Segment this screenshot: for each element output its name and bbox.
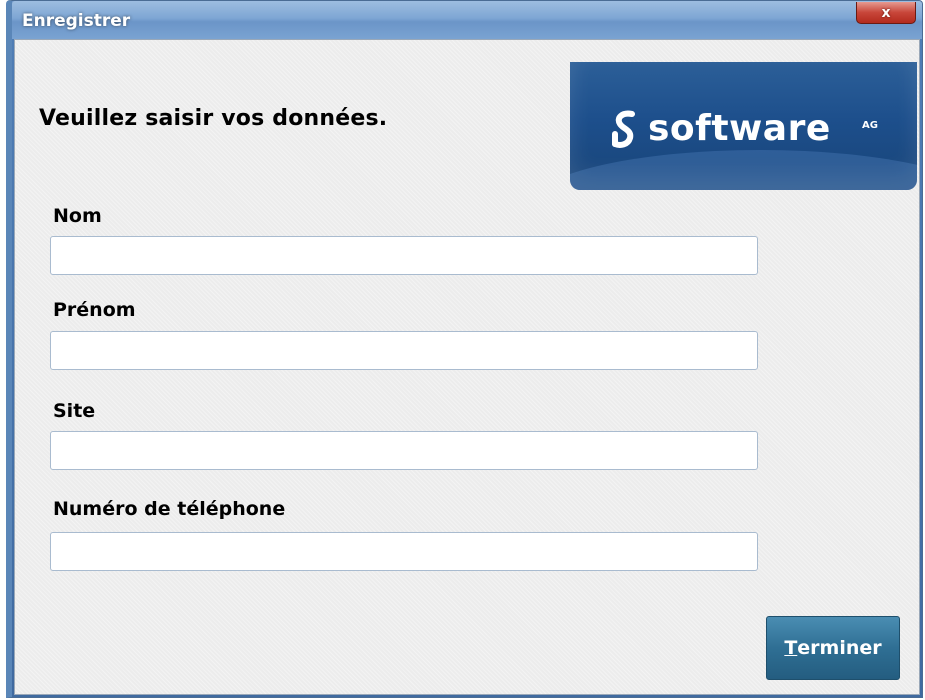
close-button[interactable]: x xyxy=(856,2,916,24)
form-heading: Veuillez saisir vos données. xyxy=(39,106,388,131)
registration-window: Enregistrer x Veuillez saisir vos donnée… xyxy=(6,0,923,698)
close-icon: x xyxy=(881,4,891,21)
nom-label: Nom xyxy=(53,205,102,227)
telephone-input[interactable] xyxy=(50,532,758,571)
finish-button[interactable]: Terminer xyxy=(766,616,900,680)
title-bar[interactable]: Enregistrer x xyxy=(12,1,922,39)
dialog-content: Veuillez saisir vos données. software AG… xyxy=(14,39,920,695)
site-label: Site xyxy=(53,400,96,422)
prenom-input[interactable] xyxy=(50,331,758,370)
window-title: Enregistrer xyxy=(22,11,131,31)
software-ag-logo: software AG xyxy=(570,62,917,190)
nom-input[interactable] xyxy=(50,236,758,275)
finish-button-label: erminer xyxy=(797,637,882,659)
logo-wordmark: software xyxy=(648,108,831,149)
prenom-label: Prénom xyxy=(53,299,136,321)
finish-button-mnemonic: T xyxy=(784,637,798,659)
software-ag-s-mark-icon xyxy=(612,110,635,148)
site-input[interactable] xyxy=(50,431,758,470)
telephone-label: Numéro de téléphone xyxy=(53,498,286,520)
logo-suffix: AG xyxy=(862,120,878,131)
